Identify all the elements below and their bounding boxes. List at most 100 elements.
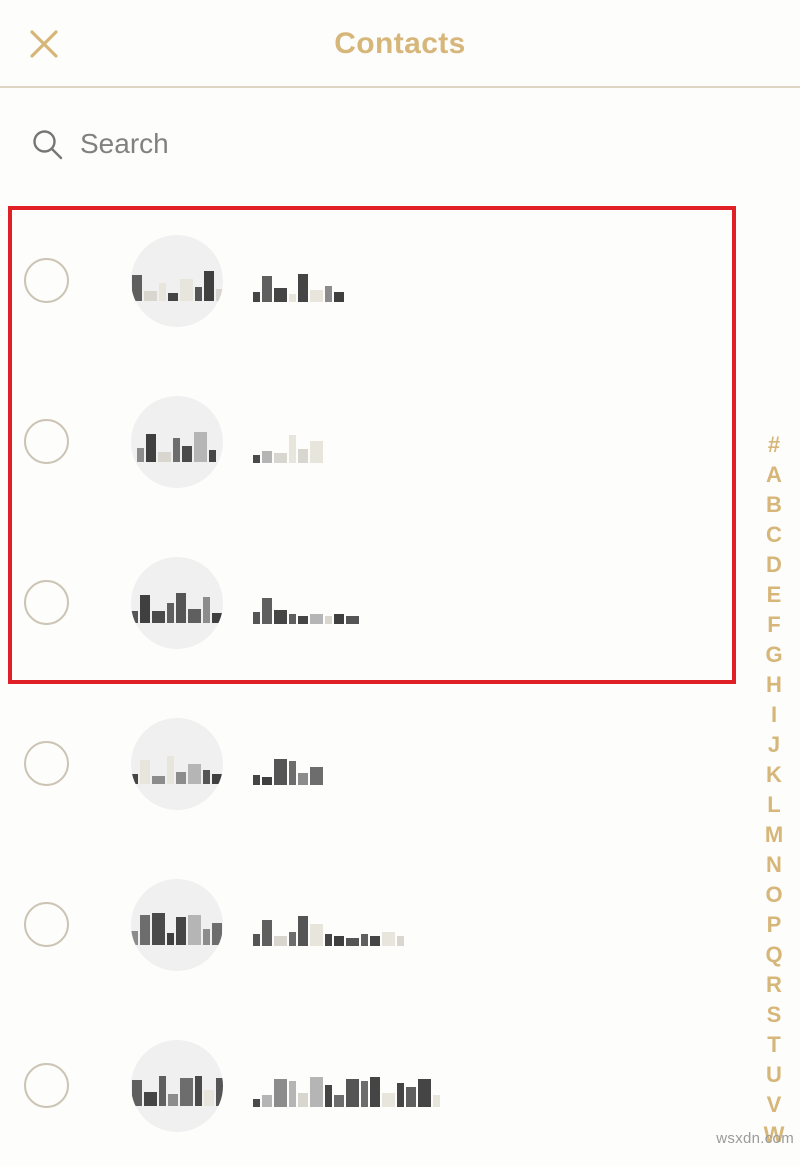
redacted-pixel-block — [334, 1094, 344, 1107]
select-circle-checkbox[interactable] — [24, 419, 69, 464]
alphabet-index-letter-a[interactable]: A — [766, 460, 782, 490]
redacted-pixel-block — [180, 1077, 193, 1106]
search-input[interactable] — [80, 128, 500, 160]
redacted-pixel-block — [131, 930, 138, 945]
alphabet-index-letter-t[interactable]: T — [767, 1030, 780, 1060]
alphabet-index-letter-h[interactable]: H — [766, 670, 782, 700]
alphabet-index-letter-q[interactable]: Q — [765, 940, 782, 970]
avatar-redacted-initials — [131, 744, 223, 784]
redacted-pixel-block — [289, 434, 296, 463]
redacted-pixel-block — [325, 933, 332, 946]
select-circle-checkbox[interactable] — [24, 1063, 69, 1108]
redacted-pixel-block — [253, 454, 260, 463]
redacted-pixel-block — [289, 931, 296, 946]
redacted-pixel-block — [262, 919, 272, 946]
search-icon — [30, 127, 64, 161]
contact-row[interactable] — [0, 361, 750, 522]
alphabet-index-letter-j[interactable]: J — [768, 730, 780, 760]
alphabet-index-letter-k[interactable]: K — [766, 760, 782, 790]
redacted-pixel-block — [159, 1075, 166, 1106]
watermark: wsxdn.com — [716, 1130, 794, 1147]
redacted-pixel-block — [274, 609, 287, 624]
avatar-redacted-initials — [131, 905, 223, 945]
redacted-pixel-block — [298, 448, 308, 463]
redacted-pixel-block — [202, 769, 210, 784]
page-title: Contacts — [334, 27, 466, 60]
redacted-pixel-block — [361, 933, 368, 946]
select-circle-checkbox[interactable] — [24, 902, 69, 947]
alphabet-index[interactable]: # A B C D E F G H I J K L M N O P Q R S T U V W — [756, 430, 792, 1150]
contact-row[interactable] — [0, 1005, 750, 1166]
redacted-pixel-block — [334, 291, 344, 302]
alphabet-index-letter-i[interactable]: I — [771, 700, 777, 730]
redacted-pixel-block — [202, 928, 210, 945]
alphabet-index-letter-o[interactable]: O — [765, 880, 782, 910]
redacted-pixel-block — [310, 766, 323, 785]
redacted-pixel-block — [187, 914, 201, 945]
redacted-pixel-block — [325, 285, 332, 302]
redacted-pixel-block — [208, 449, 216, 462]
redacted-pixel-block — [168, 292, 178, 301]
alphabet-index-letter-n[interactable]: N — [766, 850, 782, 880]
alphabet-index-letter-c[interactable]: C — [766, 520, 782, 550]
redacted-pixel-block — [310, 440, 323, 463]
redacted-pixel-block — [370, 1076, 380, 1107]
redacted-pixel-block — [157, 451, 171, 462]
redacted-pixel-block — [289, 293, 296, 302]
contact-row[interactable] — [0, 522, 750, 683]
redacted-pixel-block — [253, 933, 260, 946]
alphabet-index-letter-g[interactable]: G — [765, 640, 782, 670]
redacted-pixel-block — [181, 445, 192, 462]
redacted-pixel-block — [139, 594, 150, 623]
redacted-pixel-block — [180, 278, 193, 301]
alphabet-index-letter-e[interactable]: E — [767, 580, 782, 610]
redacted-pixel-block — [175, 916, 186, 945]
redacted-pixel-block — [145, 433, 156, 462]
redacted-pixel-block — [159, 282, 166, 301]
redacted-pixel-block — [253, 774, 260, 785]
redacted-pixel-block — [370, 935, 380, 946]
redacted-pixel-block — [187, 608, 201, 623]
redacted-pixel-block — [166, 602, 174, 623]
redacted-pixel-block — [132, 1079, 142, 1106]
redacted-pixel-block — [346, 615, 359, 624]
redacted-pixel-block — [211, 612, 222, 623]
avatar — [131, 878, 223, 971]
select-circle-checkbox[interactable] — [24, 258, 69, 303]
redacted-pixel-block — [334, 935, 344, 946]
alphabet-index-letter-l[interactable]: L — [767, 790, 780, 820]
redacted-pixel-block — [298, 1092, 308, 1107]
redacted-pixel-block — [397, 935, 404, 946]
alphabet-index-letter-f[interactable]: F — [767, 610, 780, 640]
contact-row[interactable] — [0, 844, 750, 1005]
redacted-pixel-block — [346, 937, 359, 946]
alphabet-index-letter-s[interactable]: S — [767, 1000, 782, 1030]
redacted-pixel-block — [262, 450, 272, 463]
redacted-pixel-block — [132, 274, 142, 301]
redacted-pixel-block — [166, 932, 174, 945]
redacted-pixel-block — [274, 935, 287, 946]
alphabet-index-letter-b[interactable]: B — [766, 490, 782, 520]
alphabet-index-letter-hash[interactable]: # — [768, 430, 780, 460]
redacted-pixel-block — [262, 275, 272, 302]
contact-row[interactable] — [0, 200, 750, 361]
avatar — [131, 395, 223, 488]
alphabet-index-letter-r[interactable]: R — [766, 970, 782, 1000]
redacted-pixel-block — [406, 1086, 416, 1107]
alphabet-index-letter-p[interactable]: P — [767, 910, 782, 940]
avatar — [131, 717, 223, 810]
redacted-pixel-block — [253, 611, 260, 624]
select-circle-checkbox[interactable] — [24, 580, 69, 625]
alphabet-index-letter-d[interactable]: D — [766, 550, 782, 580]
redacted-pixel-block — [310, 289, 323, 302]
avatar-redacted-initials — [136, 422, 218, 462]
alphabet-index-letter-v[interactable]: V — [767, 1090, 782, 1120]
redacted-pixel-block — [172, 437, 180, 462]
search-bar[interactable] — [0, 88, 800, 200]
alphabet-index-letter-m[interactable]: M — [765, 820, 783, 850]
select-circle-checkbox[interactable] — [24, 741, 69, 786]
redacted-pixel-block — [202, 596, 210, 623]
alphabet-index-letter-u[interactable]: U — [766, 1060, 782, 1090]
contact-name-redacted — [253, 904, 406, 946]
contact-row[interactable] — [0, 683, 750, 844]
